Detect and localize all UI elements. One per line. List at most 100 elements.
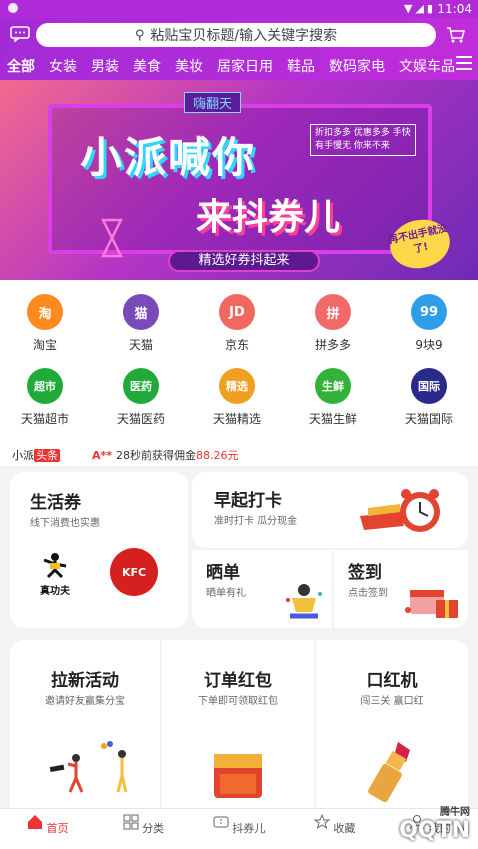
channel-label: 天猫医药 xyxy=(116,412,165,426)
category-tab[interactable]: 男装 xyxy=(84,56,126,76)
card-title: 订单红包 xyxy=(204,671,272,691)
banner-title-line2: 来抖券儿 xyxy=(196,197,341,238)
watermark-sub: 腾牛网 xyxy=(440,807,470,818)
channel-tmall[interactable]: 猫天猫 xyxy=(96,294,186,353)
ticker-brand-a: 小派 xyxy=(12,449,34,462)
tab-label: 抖券儿 xyxy=(232,822,266,835)
card-title: 口红机 xyxy=(366,671,418,691)
watermark: 腾牛网 QQTN xyxy=(399,803,470,843)
select-icon: 精选 xyxy=(219,368,255,404)
category-tab[interactable]: 全部 xyxy=(0,56,42,76)
ticker-text: 28秒前获得佣金 xyxy=(116,449,197,462)
search-placeholder: 粘贴宝贝标题/输入关键字搜索 xyxy=(150,28,338,44)
person-sitting-icon xyxy=(286,584,322,619)
invite-card[interactable]: 拉新活动 邀请好友赢集分宝 xyxy=(10,640,160,812)
card-subtitle: 晒单有礼 xyxy=(206,588,246,599)
tab-home[interactable]: 首页 xyxy=(0,809,96,849)
status-icons: ▼◢▮ xyxy=(404,2,436,15)
promo-banner[interactable]: 嗨翻天 小派喊你 来抖券儿 折扣多多 优惠多多 手快有手慢无 你来不来 精选好券… xyxy=(0,80,478,280)
kungfu-figure-icon xyxy=(43,553,67,579)
category-tab[interactable]: 鞋品 xyxy=(280,56,322,76)
card-subtitle: 闯三关 赢口红 xyxy=(360,696,424,707)
gift-calendar-icon xyxy=(405,590,458,618)
channel-label: 9块9 xyxy=(415,338,443,352)
channel-tmall-global[interactable]: 国际 天猫国际 xyxy=(384,368,474,427)
brand1-label: 真功夫 xyxy=(40,586,70,597)
medicine-icon: 医药 xyxy=(123,368,159,404)
star-icon xyxy=(313,813,331,830)
tab-category[interactable]: 分类 xyxy=(96,809,192,849)
channel-9kuai9[interactable]: 99 9块9 xyxy=(384,294,474,353)
card-title: 早起打卡 xyxy=(214,491,282,511)
tab-coupons[interactable]: 抖券儿 xyxy=(191,809,287,849)
channel-tmall-medicine[interactable]: 医药 天猫医药 xyxy=(96,368,186,427)
category-tab[interactable]: 美食 xyxy=(126,56,168,76)
category-tab[interactable]: 居家日用 xyxy=(210,56,280,76)
category-tab[interactable]: 女装 xyxy=(42,56,84,76)
order-redpacket-card[interactable]: 订单红包 下单即可领取红包 xyxy=(162,640,314,812)
tab-label: 首页 xyxy=(46,822,69,835)
channel-tmall-supermarket[interactable]: 超市 天猫超市 xyxy=(0,368,90,427)
sign-in-card[interactable]: 签到 点击签到 xyxy=(334,550,468,628)
channel-pinduoduo[interactable]: 拼拼多多 xyxy=(288,294,378,353)
search-icon: ⚲ xyxy=(134,27,145,43)
people-megaphone-icon xyxy=(49,741,128,793)
watermark-main: QQTN xyxy=(399,818,470,843)
channel-label: 天猫 xyxy=(128,338,153,352)
card-subtitle: 点击签到 xyxy=(348,588,388,599)
kfc-logo: KFC xyxy=(110,548,158,596)
category-tab[interactable]: 美妆 xyxy=(168,56,210,76)
alarm-clock-icon xyxy=(360,489,440,532)
card-subtitle: 准时打卡 瓜分现金 xyxy=(214,516,298,527)
activity-section-1: 生活券 线下消费也实惠 真功夫 KFC 早起打卡 准时打卡 瓜分现金 晒单 晒单… xyxy=(0,466,478,634)
message-icon[interactable] xyxy=(10,26,30,42)
category-tab[interactable]: 数码家电 xyxy=(322,56,392,76)
lipstick-machine-card[interactable]: 口红机 闯三关 赢口红 xyxy=(316,640,468,812)
show-order-card[interactable]: 晒单 晒单有礼 xyxy=(192,550,332,628)
channel-tmall-select[interactable]: 精选 天猫精选 xyxy=(192,368,282,427)
banner-title-line1: 小派喊你 xyxy=(80,133,257,182)
brand2-label: KFC xyxy=(121,565,147,579)
card-subtitle: 线下消费也实惠 xyxy=(30,518,100,529)
banner-tag: 嗨翻天 xyxy=(184,92,242,113)
home-icon xyxy=(28,815,43,829)
card-subtitle: 下单即可领取红包 xyxy=(198,696,278,707)
ticker-brand: 小派 头条 xyxy=(12,447,60,463)
news-ticker[interactable]: 小派 头条 A** 28秒前获得佣金 88.26元 xyxy=(0,444,478,466)
channel-jd[interactable]: JD 京东 xyxy=(192,294,282,353)
notification-dot-icon xyxy=(8,3,18,13)
ticker-brand-b: 头条 xyxy=(34,449,60,462)
ticker-amount: 88.26元 xyxy=(196,449,239,462)
tmall-icon: 猫 xyxy=(123,294,159,330)
card-title: 拉新活动 xyxy=(51,671,119,691)
channel-taobao[interactable]: 淘淘宝 xyxy=(0,294,90,353)
tab-label: 收藏 xyxy=(333,822,356,835)
hourglass-icon xyxy=(100,218,124,258)
activity-section-2: 拉新活动 邀请好友赢集分宝 订单红包 下单即可领取红包 口红机 闯三关 赢口红 xyxy=(0,634,478,812)
search-input[interactable]: ⚲ 粘贴宝贝标题/输入关键字搜索 xyxy=(36,23,436,47)
supermarket-icon: 超市 xyxy=(27,368,63,404)
taobao-icon: 淘 xyxy=(27,294,63,330)
9kuai9-icon: 99 xyxy=(411,294,447,330)
red-packet-icon xyxy=(214,754,262,798)
lipstick-icon xyxy=(368,742,410,802)
life-coupon-card[interactable]: 生活券 线下消费也实惠 真功夫 KFC xyxy=(10,472,188,628)
category-tab[interactable]: 文娱车品 xyxy=(392,56,462,76)
status-time: 11:04 xyxy=(437,2,472,16)
menu-icon[interactable] xyxy=(456,56,472,70)
cart-icon[interactable] xyxy=(446,26,466,44)
card-subtitle: 邀请好友赢集分宝 xyxy=(45,696,125,707)
fresh-icon: 生鲜 xyxy=(315,368,351,404)
card-title: 生活券 xyxy=(30,493,81,513)
channel-label: 淘宝 xyxy=(32,338,57,352)
channel-label: 拼多多 xyxy=(314,338,351,352)
category-tabs: 全部 女装 男装 美食 美妆 居家日用 鞋品 数码家电 文娱车品 xyxy=(0,53,478,79)
morning-checkin-card[interactable]: 早起打卡 准时打卡 瓜分现金 xyxy=(192,472,468,548)
coupon-icon xyxy=(213,816,229,828)
channel-tmall-fresh[interactable]: 生鲜 天猫生鲜 xyxy=(288,368,378,427)
global-icon: 国际 xyxy=(411,368,447,404)
tab-label: 分类 xyxy=(142,822,165,835)
ticker-user: A** xyxy=(92,448,113,462)
tab-favorites[interactable]: 收藏 xyxy=(287,809,383,849)
header: ⚲ 粘贴宝贝标题/输入关键字搜索 全部 女装 男装 美食 美妆 居家日用 鞋品 … xyxy=(0,18,478,80)
